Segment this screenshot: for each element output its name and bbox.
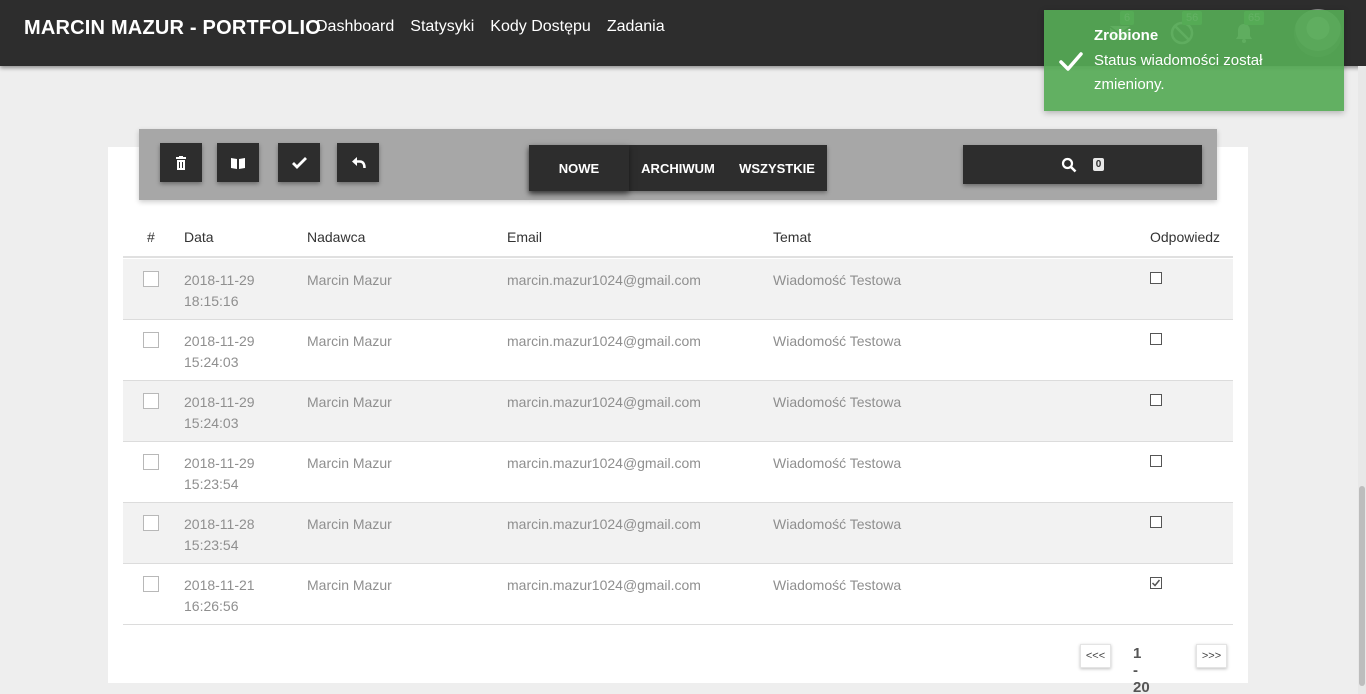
col-sender[interactable]: Nadawca [307, 229, 365, 245]
main-nav: Dashboard Statysyki Kody Dostępu Zadania [316, 18, 665, 36]
reply-checkbox[interactable] [1150, 394, 1162, 406]
row-time: 15:24:03 [184, 354, 239, 370]
row-sender: Marcin Mazur [307, 394, 392, 410]
search-button[interactable]: 0 [963, 145, 1202, 184]
toast-message: Status wiadomości został zmieniony. [1094, 52, 1263, 93]
nav-statystyki[interactable]: Statysyki [410, 18, 474, 36]
reply-checkbox[interactable] [1150, 516, 1162, 528]
col-date[interactable]: Data [184, 229, 214, 245]
message-toolbar: NOWE ARCHIWUM WSZYSTKIE 0 [139, 129, 1217, 200]
row-subject: Wiadomość Testowa [773, 455, 902, 471]
row-select-checkbox[interactable] [143, 271, 159, 287]
prev-page-button[interactable]: <<< [1080, 644, 1111, 668]
page-range: 1 - 20 [1133, 645, 1150, 694]
trash-icon [176, 155, 186, 170]
row-time: 15:24:03 [184, 415, 239, 431]
next-page-button[interactable]: >>> [1196, 644, 1227, 668]
nav-zadania[interactable]: Zadania [607, 18, 665, 36]
tab-nowe[interactable]: NOWE [529, 145, 629, 191]
row-email: marcin.mazur1024@gmail.com [507, 272, 701, 288]
row-select-checkbox[interactable] [143, 332, 159, 348]
row-subject: Wiadomość Testowa [773, 333, 902, 349]
reply-checkbox[interactable] [1150, 577, 1162, 589]
table-row[interactable]: 2018-11-29 15:23:54 Marcin Mazur marcin.maz… [123, 442, 1233, 503]
toast-title: Zrobione [1094, 27, 1159, 44]
check-icon [291, 156, 307, 169]
table-header: # Data Nadawca Email Temat Odpowiedz [123, 220, 1233, 258]
table-row[interactable]: 2018-11-28 15:23:54 Marcin Mazur marcin.maz… [123, 503, 1233, 564]
table-row[interactable]: 2018-11-29 18:15:16 Marcin Mazur marcin.maz… [123, 259, 1233, 320]
row-email: marcin.mazur1024@gmail.com [507, 455, 701, 471]
nav-dashboard[interactable]: Dashboard [316, 18, 394, 36]
reply-icon [351, 157, 366, 169]
row-email: marcin.mazur1024@gmail.com [507, 577, 701, 593]
nav-kody-dostepu[interactable]: Kody Dostępu [490, 18, 591, 36]
row-email: marcin.mazur1024@gmail.com [507, 516, 701, 532]
table-row[interactable]: 2018-11-29 15:24:03 Marcin Mazur marcin.maz… [123, 320, 1233, 381]
row-time: 15:23:54 [184, 476, 239, 492]
row-select-checkbox[interactable] [143, 515, 159, 531]
col-email[interactable]: Email [507, 229, 542, 245]
row-date: 2018-11-29 [184, 394, 255, 410]
col-subject[interactable]: Temat [773, 229, 811, 245]
row-date: 2018-11-28 [184, 516, 255, 532]
reply-checkbox[interactable] [1150, 333, 1162, 345]
col-reply: Odpowiedz [1150, 229, 1221, 245]
col-index: # [147, 229, 155, 245]
row-subject: Wiadomość Testowa [773, 577, 902, 593]
tab-archiwum[interactable]: ARCHIWUM [629, 145, 727, 191]
mark-read-button[interactable] [217, 143, 259, 182]
filter-tabs: NOWE ARCHIWUM WSZYSTKIE [529, 145, 827, 191]
reply-checkbox[interactable] [1150, 455, 1162, 467]
row-subject: Wiadomość Testowa [773, 516, 902, 532]
row-subject: Wiadomość Testowa [773, 394, 902, 410]
toast-notification: Zrobione Status wiadomości został zmieni… [1044, 10, 1344, 111]
row-select-checkbox[interactable] [143, 454, 159, 470]
row-sender: Marcin Mazur [307, 455, 392, 471]
row-email: marcin.mazur1024@gmail.com [507, 394, 701, 410]
row-sender: Marcin Mazur [307, 577, 392, 593]
row-date: 2018-11-29 [184, 272, 255, 288]
open-book-icon [231, 157, 245, 169]
check-icon [1059, 52, 1083, 71]
row-sender: Marcin Mazur [307, 516, 392, 532]
row-sender: Marcin Mazur [307, 272, 392, 288]
row-date: 2018-11-29 [184, 333, 255, 349]
row-sender: Marcin Mazur [307, 333, 392, 349]
row-select-checkbox[interactable] [143, 576, 159, 592]
delete-button[interactable] [160, 143, 202, 182]
table-row[interactable]: 2018-11-21 16:26:56 Marcin Mazur marcin.maz… [123, 564, 1233, 625]
search-count-badge: 0 [1092, 158, 1105, 171]
row-time: 15:23:54 [184, 537, 239, 553]
row-time: 18:15:16 [184, 293, 239, 309]
search-icon [1061, 157, 1077, 172]
mark-done-button[interactable] [278, 143, 320, 182]
tab-wszystkie[interactable]: WSZYSTKIE [727, 145, 827, 191]
check-icon [1151, 579, 1161, 587]
brand-title[interactable]: MARCIN MAZUR - PORTFOLIO [24, 17, 321, 40]
row-time: 16:26:56 [184, 598, 239, 614]
table-row[interactable]: 2018-11-29 15:24:03 Marcin Mazur marcin.maz… [123, 381, 1233, 442]
row-date: 2018-11-21 [184, 577, 255, 593]
row-email: marcin.mazur1024@gmail.com [507, 333, 701, 349]
row-subject: Wiadomość Testowa [773, 272, 902, 288]
scrollbar[interactable] [1358, 66, 1366, 694]
reply-button[interactable] [337, 143, 379, 182]
row-date: 2018-11-29 [184, 455, 255, 471]
reply-checkbox[interactable] [1150, 272, 1162, 284]
row-select-checkbox[interactable] [143, 393, 159, 409]
scrollbar-thumb[interactable] [1359, 486, 1365, 686]
